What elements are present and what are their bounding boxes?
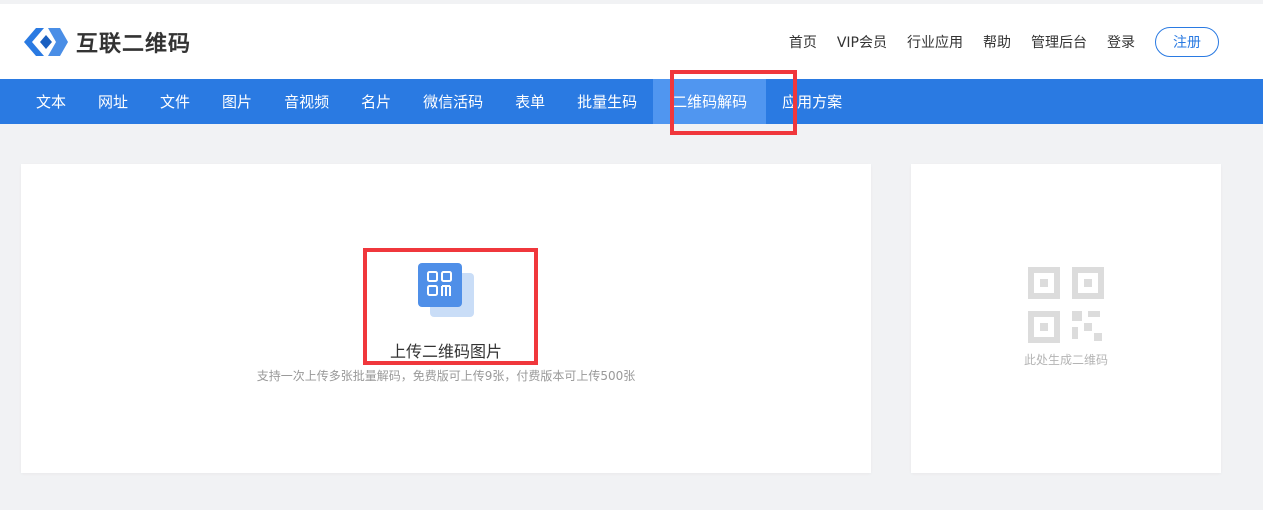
tab-qr-decode[interactable]: 二维码解码 — [653, 79, 767, 124]
tab-text[interactable]: 文本 — [20, 79, 82, 124]
qr-code-placeholder-icon — [1028, 267, 1104, 343]
top-nav: 首页 VIP会员 行业应用 帮助 管理后台 登录 注册 — [769, 26, 1219, 58]
main-nav: 文本 网址 文件 图片 音视频 名片 微信活码 表单 批量生码 二维码解码 应用… — [0, 79, 1263, 124]
upload-hint: 支持一次上传多张批量解码，免费版可上传9张，付费版本可上传500张 — [256, 369, 636, 383]
nav-home[interactable]: 首页 — [789, 32, 817, 52]
register-button[interactable]: 注册 — [1155, 27, 1219, 57]
result-panel: 此处生成二维码 — [911, 164, 1221, 473]
tab-batch-generate[interactable]: 批量生码 — [561, 79, 653, 124]
nav-help[interactable]: 帮助 — [983, 32, 1011, 52]
qr-upload-icon[interactable] — [418, 263, 474, 319]
upload-panel[interactable]: 上传二维码图片 支持一次上传多张批量解码，免费版可上传9张，付费版本可上传500… — [21, 164, 871, 473]
nav-industry[interactable]: 行业应用 — [907, 32, 963, 52]
site-header: 互联二维码 首页 VIP会员 行业应用 帮助 管理后台 登录 注册 — [0, 4, 1263, 79]
logo-icon — [24, 28, 68, 56]
tab-image[interactable]: 图片 — [206, 79, 268, 124]
result-hint: 此处生成二维码 — [1023, 353, 1108, 367]
site-logo[interactable]: 互联二维码 — [22, 24, 191, 60]
tab-audio-video[interactable]: 音视频 — [268, 79, 345, 124]
tab-wechat-live-code[interactable]: 微信活码 — [407, 79, 499, 124]
brand-name: 互联二维码 — [76, 32, 192, 57]
upload-label[interactable]: 上传二维码图片 — [21, 338, 871, 362]
tab-url[interactable]: 网址 — [82, 79, 144, 124]
nav-vip[interactable]: VIP会员 — [837, 32, 887, 52]
tab-solutions[interactable]: 应用方案 — [766, 79, 858, 124]
tab-business-card[interactable]: 名片 — [345, 79, 407, 124]
nav-admin[interactable]: 管理后台 — [1031, 32, 1087, 52]
tab-form[interactable]: 表单 — [499, 79, 561, 124]
tab-file[interactable]: 文件 — [144, 79, 206, 124]
nav-login[interactable]: 登录 — [1107, 32, 1135, 52]
